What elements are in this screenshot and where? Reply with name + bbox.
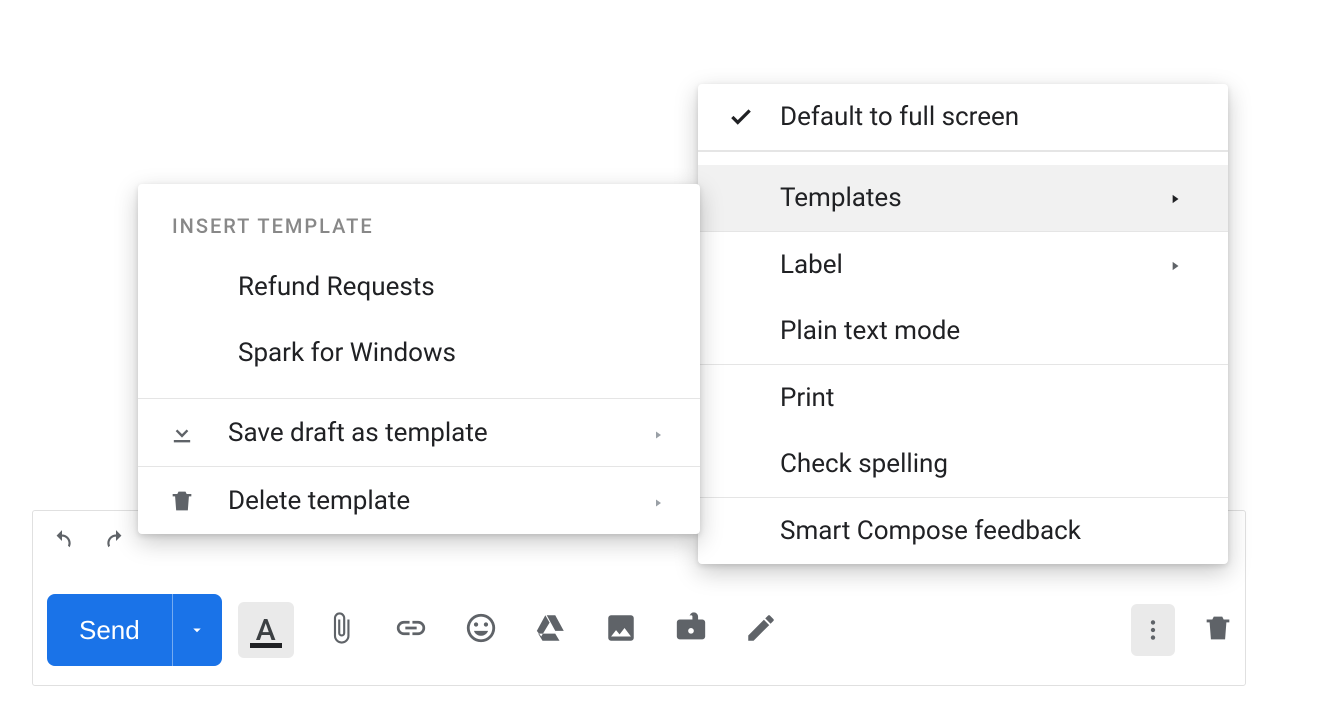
download-icon bbox=[168, 419, 196, 447]
submenu-label: Delete template bbox=[228, 486, 410, 516]
template-item-refund-requests[interactable]: Refund Requests bbox=[138, 254, 700, 320]
formatting-button[interactable]: A bbox=[238, 602, 294, 658]
menu-label-option[interactable]: Label bbox=[698, 232, 1228, 298]
template-item-spark-windows[interactable]: Spark for Windows bbox=[138, 320, 700, 386]
attachment-icon[interactable] bbox=[324, 611, 358, 649]
send-more-button[interactable] bbox=[172, 594, 222, 666]
more-vertical-icon bbox=[1140, 617, 1166, 643]
templates-submenu: INSERT TEMPLATE Refund Requests Spark fo… bbox=[138, 184, 700, 534]
triangle-down-icon bbox=[188, 621, 206, 639]
redo-icon[interactable] bbox=[103, 528, 129, 558]
menu-check-spelling[interactable]: Check spelling bbox=[698, 431, 1228, 497]
insert-icons bbox=[324, 611, 778, 649]
menu-label: Check spelling bbox=[780, 449, 948, 479]
more-options-menu: Default to full screen Templates Label P… bbox=[698, 84, 1228, 564]
emoji-icon[interactable] bbox=[464, 611, 498, 649]
chevron-right-icon bbox=[652, 418, 664, 448]
pen-icon[interactable] bbox=[744, 611, 778, 649]
right-icons bbox=[1131, 575, 1235, 685]
check-icon bbox=[728, 104, 754, 130]
discard-draft-button[interactable] bbox=[1201, 611, 1235, 649]
menu-plain-text[interactable]: Plain text mode bbox=[698, 298, 1228, 364]
menu-default-full-screen[interactable]: Default to full screen bbox=[698, 84, 1228, 150]
send-group: Send bbox=[47, 594, 222, 666]
action-row: Send A bbox=[33, 575, 1245, 685]
menu-label: Default to full screen bbox=[780, 102, 1019, 132]
delete-template[interactable]: Delete template bbox=[138, 466, 700, 534]
submenu-label: Save draft as template bbox=[228, 418, 488, 448]
menu-templates[interactable]: Templates bbox=[698, 165, 1228, 231]
menu-smart-compose-feedback[interactable]: Smart Compose feedback bbox=[698, 498, 1228, 564]
trash-icon bbox=[168, 487, 196, 515]
template-item-label: Spark for Windows bbox=[238, 338, 456, 368]
menu-label: Plain text mode bbox=[780, 316, 960, 346]
template-item-label: Refund Requests bbox=[238, 272, 435, 302]
confidential-icon[interactable] bbox=[674, 611, 708, 649]
send-button[interactable]: Send bbox=[47, 594, 172, 666]
undo-icon[interactable] bbox=[49, 528, 75, 558]
menu-label: Label bbox=[780, 250, 843, 280]
submenu-header: INSERT TEMPLATE bbox=[138, 184, 700, 254]
menu-label: Templates bbox=[780, 183, 902, 213]
menu-label: Smart Compose feedback bbox=[780, 516, 1081, 546]
drive-icon[interactable] bbox=[534, 611, 568, 649]
chevron-right-icon bbox=[1168, 183, 1182, 213]
chevron-right-icon bbox=[652, 486, 664, 516]
save-draft-as-template[interactable]: Save draft as template bbox=[138, 398, 700, 466]
image-icon[interactable] bbox=[604, 611, 638, 649]
chevron-right-icon bbox=[1168, 250, 1182, 280]
underline-bar bbox=[250, 643, 282, 648]
more-options-button[interactable] bbox=[1131, 604, 1175, 656]
menu-print[interactable]: Print bbox=[698, 365, 1228, 431]
menu-label: Print bbox=[780, 383, 834, 413]
trash-icon bbox=[1201, 611, 1235, 645]
link-icon[interactable] bbox=[394, 611, 428, 649]
